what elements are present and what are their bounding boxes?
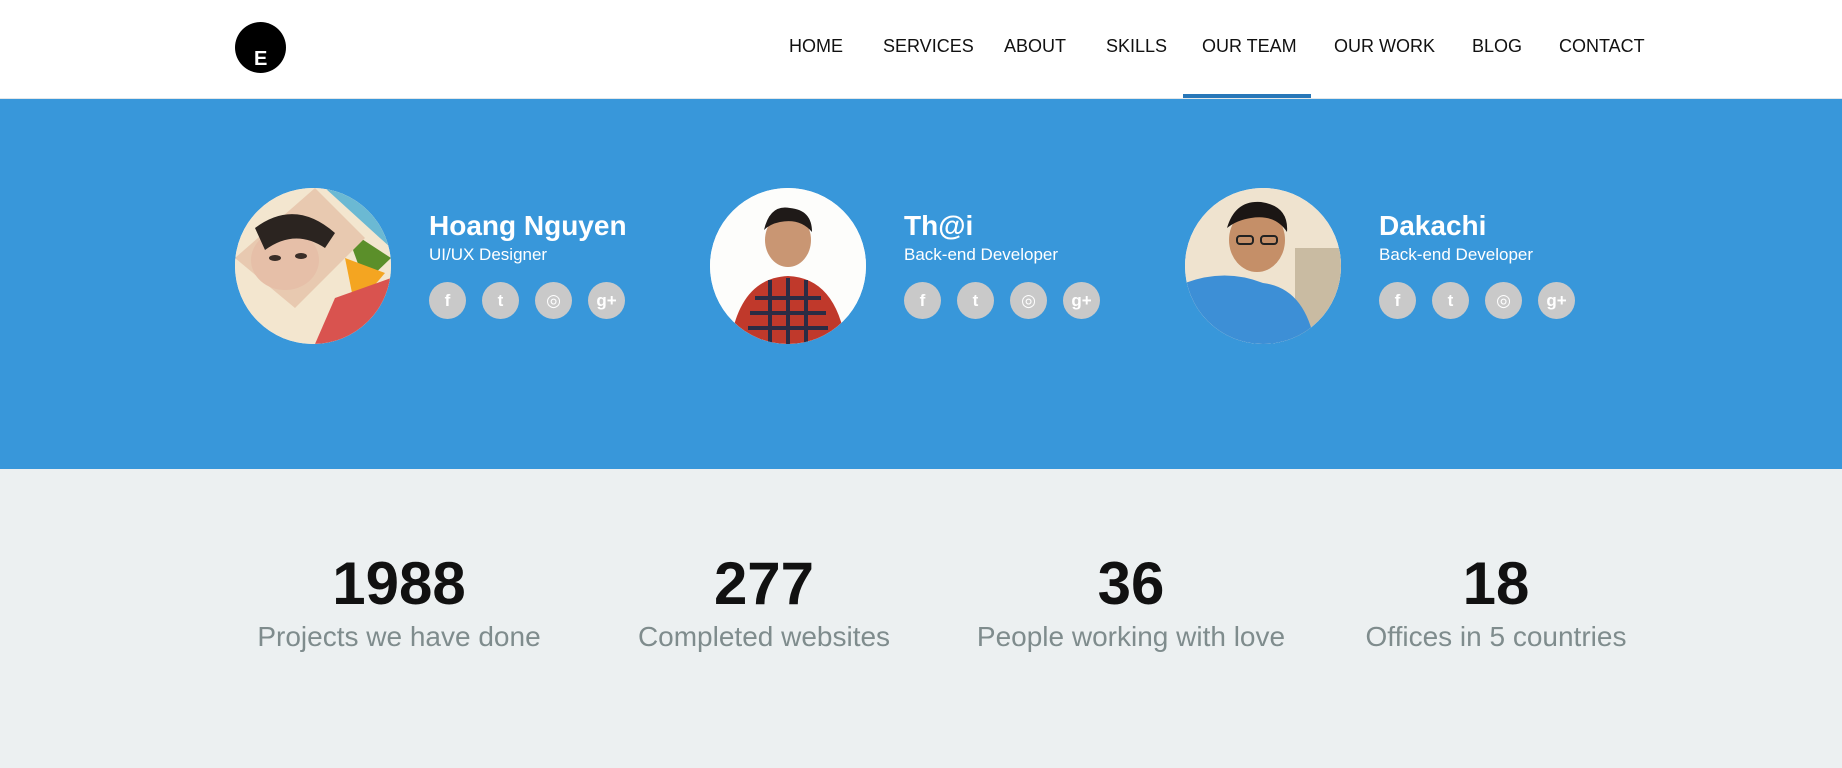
facebook-icon[interactable]: f (1379, 282, 1416, 319)
nav-skills[interactable]: SKILLS (1106, 36, 1167, 57)
team-section: Hoang Nguyen UI/UX Designer f t ◎ g+ Th@… (0, 99, 1842, 469)
nav-about[interactable]: ABOUT (1004, 36, 1066, 57)
avatar-photo (1185, 188, 1341, 344)
stat-number: 36 (1097, 550, 1165, 617)
avatar (710, 188, 866, 344)
nav-home[interactable]: HOME (789, 36, 843, 57)
twitter-icon[interactable]: t (1432, 282, 1469, 319)
nav-blog[interactable]: BLOG (1472, 36, 1522, 57)
dribbble-icon[interactable]: ◎ (535, 282, 572, 319)
avatar-photo (235, 188, 391, 344)
avatar (235, 188, 391, 344)
facebook-icon[interactable]: f (429, 282, 466, 319)
member-name: Hoang Nguyen (429, 210, 627, 241)
stat-number: 277 (713, 550, 815, 617)
stat-label: Completed websites (637, 621, 891, 652)
facebook-icon[interactable]: f (904, 282, 941, 319)
stat-offices: 18 Offices in 5 countries (1336, 549, 1656, 655)
site-header: E HOME SERVICES ABOUT SKILLS OUR TEAM OU… (0, 0, 1842, 99)
nav-services[interactable]: SERVICES (883, 36, 974, 57)
stat-number: 1988 (332, 550, 466, 617)
social-links: f t ◎ g+ (1379, 282, 1619, 320)
google-plus-icon[interactable]: g+ (588, 282, 625, 319)
stat-projects: 1988 Projects we have done (239, 549, 559, 655)
social-links: f t ◎ g+ (904, 282, 1144, 320)
dribbble-icon[interactable]: ◎ (1485, 282, 1522, 319)
dribbble-icon[interactable]: ◎ (1010, 282, 1047, 319)
member-name: Th@i (904, 210, 974, 241)
member-role: UI/UX Designer (429, 245, 548, 264)
avatar (1185, 188, 1341, 344)
avatar-photo (710, 188, 866, 344)
social-links: f t ◎ g+ (429, 282, 669, 320)
nav-active-indicator (1183, 94, 1311, 98)
stat-label: Offices in 5 countries (1365, 621, 1627, 652)
stat-label: People working with love (976, 621, 1286, 652)
member-role: Back-end Developer (1379, 245, 1534, 264)
stat-people: 36 People working with love (971, 549, 1291, 655)
member-role: Back-end Developer (904, 245, 1059, 264)
twitter-icon[interactable]: t (957, 282, 994, 319)
stat-number: 18 (1462, 550, 1530, 617)
member-name: Dakachi (1379, 210, 1487, 241)
main-nav: HOME SERVICES ABOUT SKILLS OUR TEAM OUR … (0, 0, 1842, 99)
nav-our-team[interactable]: OUR TEAM (1202, 36, 1297, 57)
stat-websites: 277 Completed websites (604, 549, 924, 655)
google-plus-icon[interactable]: g+ (1063, 282, 1100, 319)
nav-our-work[interactable]: OUR WORK (1334, 36, 1435, 57)
nav-contact[interactable]: CONTACT (1559, 36, 1645, 57)
stats-section: 1988 Projects we have done 277 Completed… (0, 469, 1842, 768)
google-plus-icon[interactable]: g+ (1538, 282, 1575, 319)
stat-label: Projects we have done (257, 621, 541, 652)
twitter-icon[interactable]: t (482, 282, 519, 319)
